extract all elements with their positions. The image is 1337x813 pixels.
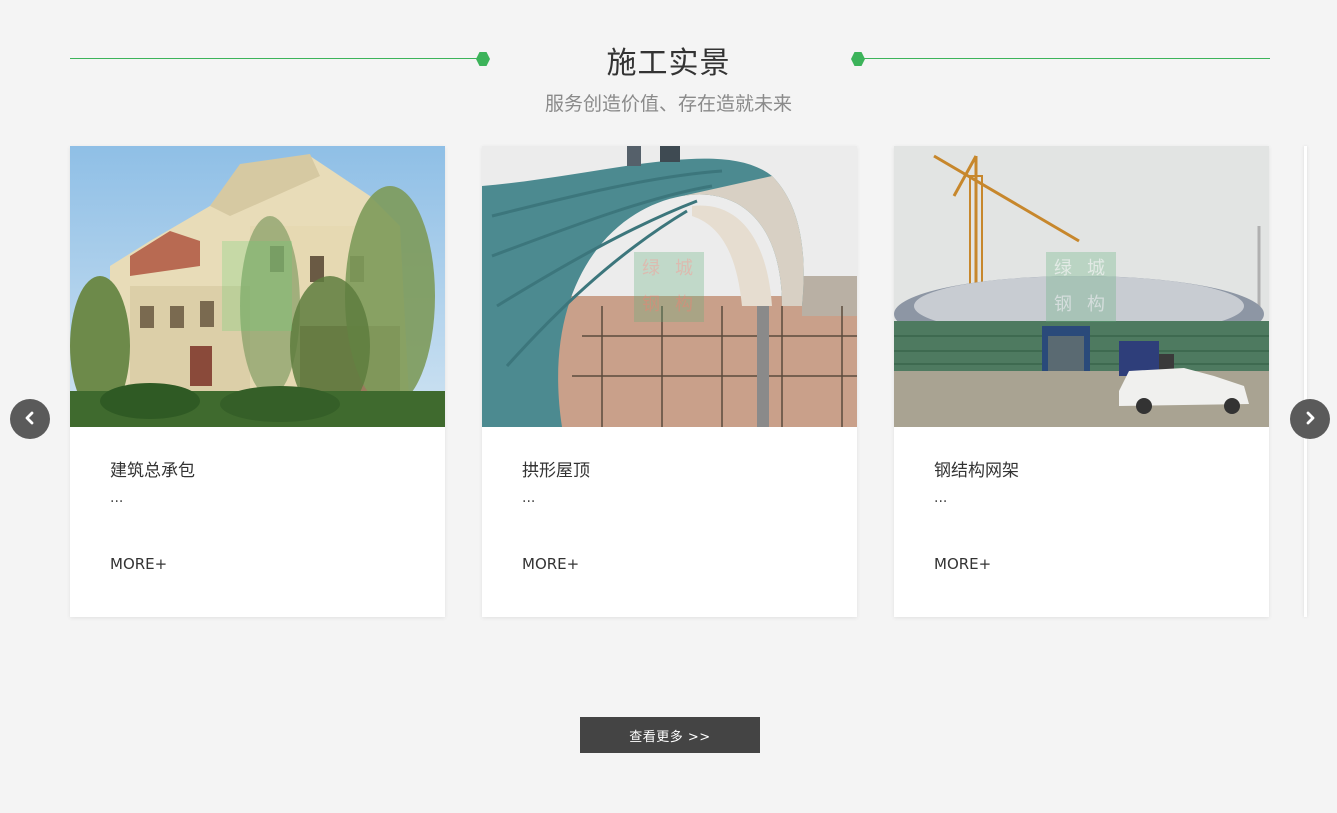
svg-text:绿: 绿 <box>1054 258 1072 279</box>
carousel-prev-button[interactable] <box>10 399 50 439</box>
project-card[interactable]: 绿 城 钢 构 钢结构网架 ... MORE+ <box>894 146 1269 617</box>
next-card-peek <box>1304 146 1307 617</box>
villa-photo[interactable] <box>70 146 445 427</box>
svg-text:钢: 钢 <box>1054 294 1072 315</box>
svg-text:构: 构 <box>1087 294 1105 315</box>
card-more-link[interactable]: MORE+ <box>522 555 579 573</box>
section-subtitle: 服务创造价值、存在造就未来 <box>544 93 792 115</box>
card-title[interactable]: 建筑总承包 <box>110 456 195 481</box>
chevron-right-icon <box>1303 410 1317 429</box>
arched-roof-photo[interactable]: 绿 城 钢 构 <box>482 146 857 427</box>
stadium-construction-photo[interactable]: 绿 城 钢 构 <box>894 146 1269 427</box>
chevron-left-icon <box>23 410 37 429</box>
card-more-link[interactable]: MORE+ <box>934 555 991 573</box>
svg-text:绿: 绿 <box>642 258 660 279</box>
card-title[interactable]: 钢结构网架 <box>934 456 1019 481</box>
project-card[interactable]: 建筑总承包 ... MORE+ <box>70 146 445 617</box>
project-card[interactable]: 绿 城 钢 构 拱形屋顶 ... MORE+ <box>482 146 857 617</box>
svg-text:钢: 钢 <box>642 294 660 315</box>
svg-text:城: 城 <box>675 258 693 279</box>
card-description: ... <box>110 490 124 506</box>
card-description: ... <box>934 490 948 506</box>
project-showcase-section: 施工实景 服务创造价值、存在造就未来 建筑总承包 ... MORE+ 绿 城 钢… <box>0 0 1337 813</box>
section-title: 施工实景 <box>606 46 731 81</box>
view-more-button[interactable]: 查看更多 >> <box>580 717 760 753</box>
svg-text:构: 构 <box>675 294 693 315</box>
svg-text:城: 城 <box>1087 258 1105 279</box>
card-title[interactable]: 拱形屋顶 <box>522 456 590 481</box>
card-more-link[interactable]: MORE+ <box>110 555 167 573</box>
carousel-next-button[interactable] <box>1290 399 1330 439</box>
card-description: ... <box>522 490 536 506</box>
